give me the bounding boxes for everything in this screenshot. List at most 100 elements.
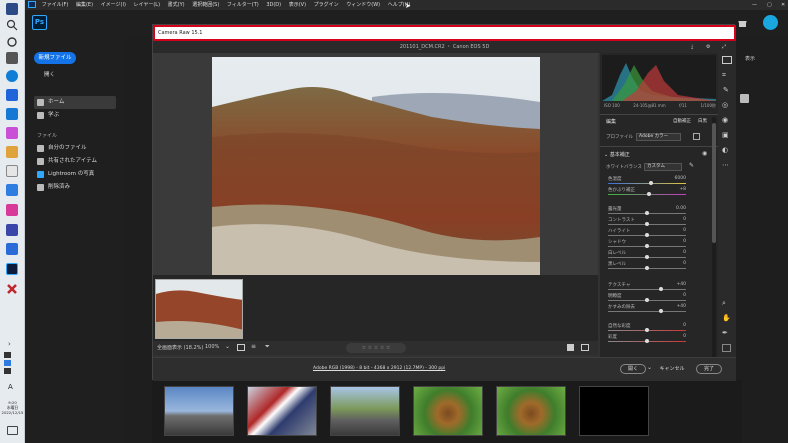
- slider-whites[interactable]: 白レベル 0: [600, 250, 706, 261]
- ime-lang[interactable]: A: [8, 383, 13, 391]
- clock[interactable]: 9:20 水曜日 2022/12/15: [0, 400, 25, 415]
- ps-menu-logo-icon[interactable]: [28, 1, 36, 8]
- wb-select[interactable]: カスタム: [644, 163, 682, 171]
- slider-knob[interactable]: [645, 233, 649, 237]
- app-icon-ps-small[interactable]: [6, 3, 18, 15]
- menu-view[interactable]: 表示(V): [289, 2, 306, 8]
- snapshot-icon[interactable]: ◐: [722, 146, 728, 154]
- slider-saturation[interactable]: 彩度 0: [600, 334, 706, 345]
- edge-icon[interactable]: [6, 70, 18, 82]
- menu-window[interactable]: ウィンドウ(W): [346, 2, 380, 8]
- eyedropper-icon[interactable]: ✎: [689, 162, 694, 169]
- nav-my-files[interactable]: 自分のファイル: [34, 142, 116, 155]
- creative-cloud-icon[interactable]: [6, 204, 18, 216]
- search-icon[interactable]: [6, 19, 18, 31]
- new-file-button[interactable]: 新規ファイル: [34, 52, 76, 64]
- slider-knob[interactable]: [645, 266, 649, 270]
- eye-icon[interactable]: ◉: [702, 150, 707, 157]
- auto-button[interactable]: 自動補正: [673, 118, 691, 124]
- slider-shadows[interactable]: シャドウ 0: [600, 239, 706, 250]
- volume-icon[interactable]: [4, 368, 11, 374]
- window-close-icon[interactable]: ✕: [781, 0, 785, 10]
- scrollbar-thumb[interactable]: [712, 123, 716, 243]
- nav-home[interactable]: ホーム: [34, 96, 116, 109]
- single-view-icon[interactable]: [567, 344, 574, 351]
- menu-select[interactable]: 選択範囲(S): [192, 2, 219, 8]
- rating-stars[interactable]: ☆ ☆ ☆ ☆ ☆: [346, 343, 406, 353]
- slider-temperature[interactable]: 色温度 6000: [600, 176, 706, 187]
- store-icon[interactable]: [6, 89, 18, 101]
- brush-icon[interactable]: ✎: [723, 86, 729, 94]
- slider-exposure[interactable]: 露光量 0.00: [600, 206, 706, 217]
- slider-knob[interactable]: [645, 298, 649, 302]
- open-link[interactable]: 開く: [44, 70, 55, 78]
- window-minimize-icon[interactable]: —: [752, 0, 757, 10]
- filmstrip-toggle-icon[interactable]: [237, 344, 245, 351]
- zoom-chevron-icon[interactable]: ⌄: [225, 343, 230, 350]
- recent-thumb-3[interactable]: [330, 386, 400, 436]
- chevron-up-icon[interactable]: ›: [8, 340, 18, 348]
- zoom-icon[interactable]: ⌕: [722, 299, 726, 308]
- slider-vibrance[interactable]: 自然な彩度 0: [600, 323, 706, 334]
- open-dropdown-chevron-icon[interactable]: ⌄: [647, 364, 652, 371]
- profile-browser-icon[interactable]: [693, 133, 700, 140]
- ps-logo[interactable]: Ps: [32, 15, 47, 30]
- menu-filter[interactable]: フィルター(T): [227, 2, 259, 8]
- slider-blacks[interactable]: 黒レベル 0: [600, 261, 706, 272]
- taskview-icon[interactable]: [6, 52, 18, 64]
- done-button[interactable]: 完了: [696, 364, 722, 374]
- gear-icon[interactable]: ⚙: [706, 41, 710, 53]
- slider-knob[interactable]: [645, 339, 649, 343]
- slider-dehaze[interactable]: かすみの除去 +40: [600, 304, 706, 315]
- slider-knob[interactable]: [648, 181, 653, 185]
- recent-thumb-2[interactable]: [247, 386, 317, 436]
- zoom-100[interactable]: 100%: [205, 344, 219, 350]
- panel-scrollbar[interactable]: [712, 117, 716, 357]
- open-button[interactable]: 開く: [620, 364, 646, 374]
- slider-knob[interactable]: [659, 287, 664, 291]
- slider-knob[interactable]: [645, 211, 649, 215]
- explorer-icon[interactable]: [6, 146, 18, 158]
- red-app-icon[interactable]: [6, 283, 18, 295]
- nav-deleted[interactable]: 削除済み: [34, 181, 116, 194]
- recent-thumb-5[interactable]: [496, 386, 566, 436]
- workflow-options-link[interactable]: Adobe RGB (1998) - 8 bit - 4368 x 2912 (…: [313, 366, 445, 371]
- recent-thumb-4[interactable]: [413, 386, 483, 436]
- slider-highlights[interactable]: ハイライト 0: [600, 228, 706, 239]
- slider-texture[interactable]: テクスチャ +40: [600, 282, 706, 293]
- recent-thumb-1[interactable]: [164, 386, 234, 436]
- crop-icon[interactable]: ⌗: [722, 71, 726, 80]
- cortana-icon[interactable]: [6, 36, 18, 48]
- grid-overlay-icon[interactable]: [722, 344, 731, 352]
- slider-contrast[interactable]: コントラスト 0: [600, 217, 706, 228]
- basic-section-header[interactable]: ⌄ 基本補正: [604, 151, 630, 158]
- recent-thumb-6[interactable]: [579, 386, 649, 436]
- mask-icon[interactable]: ◎: [722, 101, 728, 109]
- preview-image[interactable]: [212, 57, 540, 276]
- slider-knob[interactable]: [645, 328, 649, 332]
- mail-icon[interactable]: [6, 108, 18, 120]
- gift-icon[interactable]: [738, 19, 747, 28]
- presets-icon[interactable]: ▣: [722, 131, 729, 139]
- menu-plugins[interactable]: プラグイン: [314, 2, 339, 8]
- cancel-button[interactable]: キャンセル: [656, 364, 688, 374]
- word-icon[interactable]: [6, 243, 18, 255]
- photos-icon[interactable]: [6, 127, 18, 139]
- sort-icon[interactable]: ≡: [251, 343, 256, 350]
- fullscreen-icon[interactable]: ⤢: [722, 41, 726, 53]
- menu-3d[interactable]: 3D(D): [266, 2, 281, 8]
- menu-type[interactable]: 書式(Y): [168, 2, 185, 8]
- slider-knob[interactable]: [647, 192, 652, 196]
- more-icon[interactable]: ⋯: [722, 161, 729, 169]
- teams-icon[interactable]: [6, 224, 18, 236]
- slider-tint[interactable]: 色かぶり補正 +8: [600, 187, 706, 198]
- avatar[interactable]: [763, 15, 778, 30]
- menu-file[interactable]: ファイル(F): [42, 2, 69, 8]
- save-icon[interactable]: ⤓: [691, 41, 693, 53]
- network-icon[interactable]: [4, 352, 11, 358]
- onedrive-icon[interactable]: [4, 360, 11, 366]
- compare-view-icon[interactable]: [581, 344, 589, 351]
- edit-tool-icon[interactable]: [722, 56, 732, 64]
- sampler-icon[interactable]: ✒: [722, 329, 728, 337]
- menu-image[interactable]: イメージ(I): [101, 2, 126, 8]
